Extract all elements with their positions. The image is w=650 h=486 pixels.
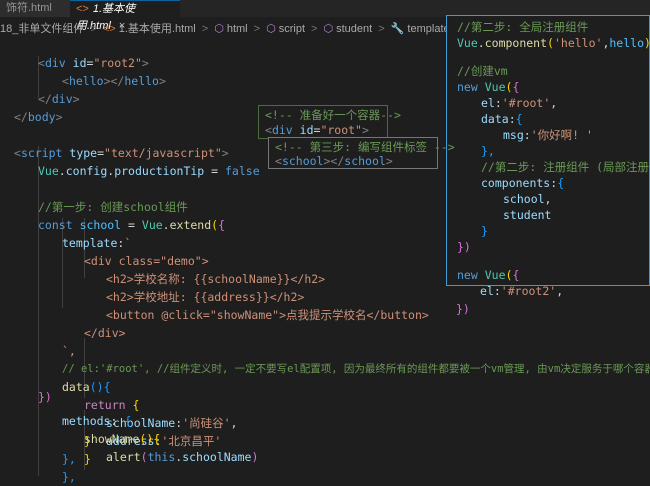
code-popup-component-tag: <!-- 第三步: 编写组件标签 --> <school></school>: [268, 137, 455, 169]
code-line: }: [481, 224, 488, 238]
element-icon: ⬡: [266, 23, 276, 35]
code-line: Vue.config.productionTip = false: [38, 164, 260, 178]
code-line: }): [456, 302, 470, 316]
code-line: <h2>学校名称: {{schoolName}}</h2>: [106, 272, 326, 286]
code-line: }: [84, 434, 91, 448]
code-line: const school = Vue.extend({: [38, 218, 226, 232]
chevron-right-icon: >: [253, 23, 261, 35]
breadcrumb-html[interactable]: html: [227, 23, 248, 35]
code-line: alert(this.schoolName): [106, 450, 259, 464]
wrench-icon: 🔧: [390, 23, 405, 35]
indent-guide: [38, 146, 39, 476]
breadcrumb-script[interactable]: script: [279, 23, 305, 35]
code-line: <button @click="showName">点我提示学校名</butto…: [106, 308, 429, 322]
code-comment: // el:'#root', //组件定义时, 一定不要写el配置项, 因为最终…: [62, 363, 650, 375]
breadcrumb-template[interactable]: template: [407, 23, 449, 35]
code-line: <school></school>: [275, 154, 393, 168]
code-line: <div class="demo">: [84, 254, 209, 268]
code-line: }): [38, 390, 52, 404]
variable-icon: ⬡: [323, 23, 334, 35]
code-line: },: [62, 452, 76, 466]
code-line: template:`: [62, 236, 132, 250]
code-line: el:'#root2',: [480, 284, 564, 298]
chevron-right-icon: >: [378, 23, 385, 35]
code-line: },: [62, 470, 76, 484]
code-line: <hello></hello>: [62, 74, 166, 88]
breadcrumb-file[interactable]: 1.基本使用.html: [119, 23, 196, 35]
code-popup-global-register: //第二步: 全局注册组件 Vue.component('hello',hell…: [446, 15, 650, 286]
code-line: methods: {: [62, 414, 132, 428]
html-file-icon: <>: [102, 23, 116, 35]
code-line: }): [457, 240, 471, 254]
code-line: showName(){: [84, 432, 161, 446]
code-line: </div>: [84, 326, 126, 340]
code-line: <div id="root2">: [38, 56, 149, 70]
tab-label: 饰符.html: [6, 2, 52, 14]
html-file-icon: <>: [76, 3, 89, 15]
code-line: data(){: [62, 380, 111, 394]
chevron-right-icon: >: [311, 23, 318, 35]
code-line: `,: [62, 344, 76, 358]
code-line: Vue.component('hello',hello): [457, 36, 650, 50]
chevron-right-icon: >: [90, 23, 97, 35]
code-line: msg:'你好啊! ': [503, 128, 593, 142]
code-line: </div>: [38, 92, 80, 106]
tab-active-file[interactable]: <> 1.基本使用.html ×: [70, 0, 180, 32]
code-line: <h2>学校地址: {{address}}</h2>: [106, 290, 305, 304]
breadcrumb-folder[interactable]: 18_非单文件组件: [0, 23, 84, 35]
code-comment: //第一步: 创建school组件: [38, 200, 188, 214]
code-line: }: [84, 452, 91, 466]
breadcrumb-student[interactable]: student: [336, 23, 372, 35]
chevron-right-icon: >: [201, 23, 209, 35]
code-line: <script type="text/javascript">: [14, 146, 229, 160]
element-icon: ⬡: [214, 23, 224, 35]
tab-prev-file[interactable]: 饰符.html: [0, 0, 70, 17]
code-popup-container: <!-- 准备好一个容器--> <div id="root">: [258, 105, 401, 139]
code-line: </body>: [14, 110, 63, 124]
code-line: student: [503, 208, 552, 222]
